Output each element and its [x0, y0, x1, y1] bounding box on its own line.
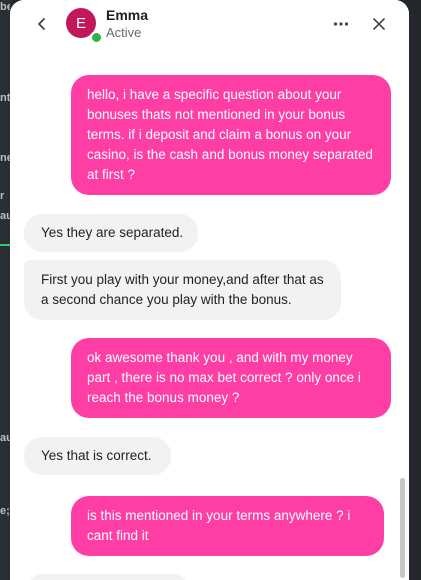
agent-name: Emma — [106, 7, 149, 23]
more-horizontal-icon — [333, 22, 349, 26]
agent-message: Yes they are separated. — [24, 214, 198, 252]
background-text: au — [0, 432, 10, 444]
chat-header: E Emma Active — [10, 0, 409, 48]
background-text: ne — [0, 152, 10, 164]
chat-scrollbar[interactable] — [400, 478, 405, 578]
background-text: au — [0, 210, 10, 222]
chat-widget: hello, i have a specific question about … — [10, 0, 409, 580]
close-icon — [373, 18, 385, 30]
agent-status: Active — [106, 25, 142, 40]
user-message: hello, i have a specific question about … — [71, 75, 391, 195]
background-text: e; — [0, 505, 10, 517]
user-message: ok awesome thank you , and with my money… — [71, 338, 391, 418]
background-text: r — [0, 190, 5, 202]
background-accent-line — [0, 244, 10, 246]
background-text: nt — [0, 92, 10, 104]
chevron-left-icon — [38, 18, 45, 30]
online-status-dot — [90, 31, 103, 44]
close-button[interactable] — [368, 13, 390, 35]
next-message-bubble — [28, 574, 188, 580]
user-message: is this mentioned in your terms anywhere… — [71, 496, 384, 556]
more-options-button[interactable] — [330, 13, 352, 35]
agent-message: First you play with your money,and after… — [24, 260, 341, 320]
back-button[interactable] — [32, 14, 52, 34]
agent-message: Yes that is correct. — [24, 437, 171, 475]
background-text: ber — [0, 1, 10, 13]
